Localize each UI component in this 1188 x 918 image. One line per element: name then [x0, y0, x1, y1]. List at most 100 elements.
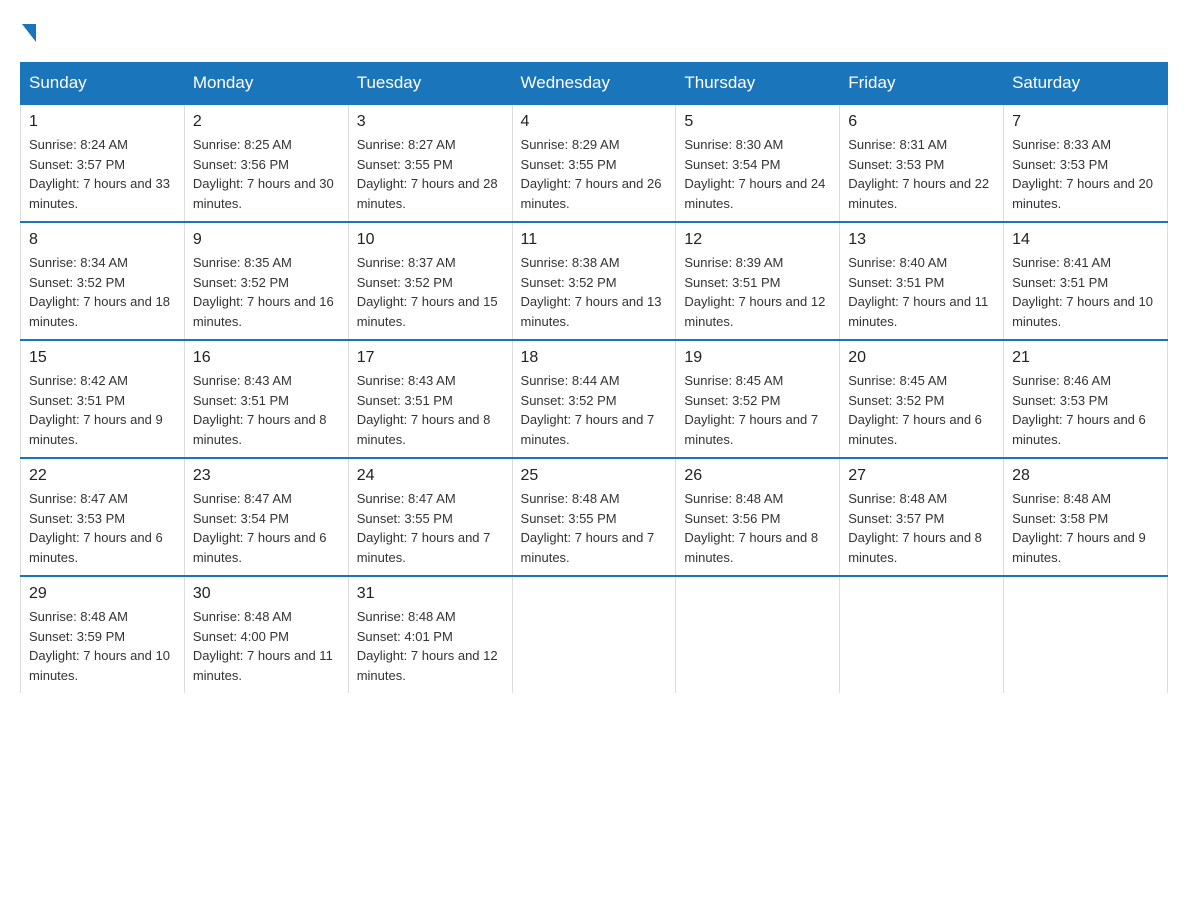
day-info: Sunrise: 8:47 AM Sunset: 3:53 PM Dayligh… [29, 489, 176, 567]
day-number: 12 [684, 231, 831, 249]
day-info: Sunrise: 8:47 AM Sunset: 3:55 PM Dayligh… [357, 489, 504, 567]
day-number: 24 [357, 467, 504, 485]
calendar-day-cell: 19 Sunrise: 8:45 AM Sunset: 3:52 PM Dayl… [676, 340, 840, 458]
calendar-day-cell: 22 Sunrise: 8:47 AM Sunset: 3:53 PM Dayl… [21, 458, 185, 576]
day-number: 26 [684, 467, 831, 485]
day-number: 9 [193, 231, 340, 249]
day-info: Sunrise: 8:37 AM Sunset: 3:52 PM Dayligh… [357, 253, 504, 331]
day-info: Sunrise: 8:24 AM Sunset: 3:57 PM Dayligh… [29, 135, 176, 213]
day-number: 7 [1012, 113, 1159, 131]
calendar-day-cell: 27 Sunrise: 8:48 AM Sunset: 3:57 PM Dayl… [840, 458, 1004, 576]
calendar-day-cell [1004, 576, 1168, 693]
day-number: 21 [1012, 349, 1159, 367]
calendar-day-cell: 3 Sunrise: 8:27 AM Sunset: 3:55 PM Dayli… [348, 104, 512, 222]
day-number: 2 [193, 113, 340, 131]
day-info: Sunrise: 8:33 AM Sunset: 3:53 PM Dayligh… [1012, 135, 1159, 213]
day-number: 15 [29, 349, 176, 367]
day-number: 3 [357, 113, 504, 131]
day-info: Sunrise: 8:39 AM Sunset: 3:51 PM Dayligh… [684, 253, 831, 331]
day-number: 23 [193, 467, 340, 485]
calendar-day-cell: 9 Sunrise: 8:35 AM Sunset: 3:52 PM Dayli… [184, 222, 348, 340]
calendar-table: SundayMondayTuesdayWednesdayThursdayFrid… [20, 62, 1168, 693]
day-number: 28 [1012, 467, 1159, 485]
day-info: Sunrise: 8:48 AM Sunset: 3:55 PM Dayligh… [521, 489, 668, 567]
day-number: 16 [193, 349, 340, 367]
day-number: 10 [357, 231, 504, 249]
day-info: Sunrise: 8:29 AM Sunset: 3:55 PM Dayligh… [521, 135, 668, 213]
day-info: Sunrise: 8:27 AM Sunset: 3:55 PM Dayligh… [357, 135, 504, 213]
day-number: 25 [521, 467, 668, 485]
day-number: 19 [684, 349, 831, 367]
calendar-day-cell [512, 576, 676, 693]
day-info: Sunrise: 8:41 AM Sunset: 3:51 PM Dayligh… [1012, 253, 1159, 331]
day-of-week-header-tuesday: Tuesday [348, 63, 512, 105]
calendar-week-row: 15 Sunrise: 8:42 AM Sunset: 3:51 PM Dayl… [21, 340, 1168, 458]
day-info: Sunrise: 8:48 AM Sunset: 3:58 PM Dayligh… [1012, 489, 1159, 567]
day-number: 27 [848, 467, 995, 485]
day-of-week-header-friday: Friday [840, 63, 1004, 105]
day-number: 29 [29, 585, 176, 603]
calendar-day-cell: 16 Sunrise: 8:43 AM Sunset: 3:51 PM Dayl… [184, 340, 348, 458]
calendar-day-cell: 23 Sunrise: 8:47 AM Sunset: 3:54 PM Dayl… [184, 458, 348, 576]
calendar-day-cell: 6 Sunrise: 8:31 AM Sunset: 3:53 PM Dayli… [840, 104, 1004, 222]
calendar-day-cell: 21 Sunrise: 8:46 AM Sunset: 3:53 PM Dayl… [1004, 340, 1168, 458]
calendar-day-cell: 10 Sunrise: 8:37 AM Sunset: 3:52 PM Dayl… [348, 222, 512, 340]
day-info: Sunrise: 8:25 AM Sunset: 3:56 PM Dayligh… [193, 135, 340, 213]
day-of-week-header-thursday: Thursday [676, 63, 840, 105]
calendar-day-cell: 26 Sunrise: 8:48 AM Sunset: 3:56 PM Dayl… [676, 458, 840, 576]
day-number: 5 [684, 113, 831, 131]
day-number: 4 [521, 113, 668, 131]
day-of-week-header-wednesday: Wednesday [512, 63, 676, 105]
calendar-week-row: 8 Sunrise: 8:34 AM Sunset: 3:52 PM Dayli… [21, 222, 1168, 340]
calendar-day-cell: 29 Sunrise: 8:48 AM Sunset: 3:59 PM Dayl… [21, 576, 185, 693]
day-info: Sunrise: 8:48 AM Sunset: 4:01 PM Dayligh… [357, 607, 504, 685]
page-header [20, 20, 1168, 42]
calendar-day-cell [840, 576, 1004, 693]
calendar-day-cell: 30 Sunrise: 8:48 AM Sunset: 4:00 PM Dayl… [184, 576, 348, 693]
calendar-day-cell: 14 Sunrise: 8:41 AM Sunset: 3:51 PM Dayl… [1004, 222, 1168, 340]
day-number: 6 [848, 113, 995, 131]
calendar-day-cell: 31 Sunrise: 8:48 AM Sunset: 4:01 PM Dayl… [348, 576, 512, 693]
calendar-day-cell: 13 Sunrise: 8:40 AM Sunset: 3:51 PM Dayl… [840, 222, 1004, 340]
calendar-day-cell [676, 576, 840, 693]
calendar-day-cell: 28 Sunrise: 8:48 AM Sunset: 3:58 PM Dayl… [1004, 458, 1168, 576]
calendar-day-cell: 24 Sunrise: 8:47 AM Sunset: 3:55 PM Dayl… [348, 458, 512, 576]
day-info: Sunrise: 8:46 AM Sunset: 3:53 PM Dayligh… [1012, 371, 1159, 449]
day-info: Sunrise: 8:45 AM Sunset: 3:52 PM Dayligh… [848, 371, 995, 449]
day-number: 17 [357, 349, 504, 367]
day-info: Sunrise: 8:44 AM Sunset: 3:52 PM Dayligh… [521, 371, 668, 449]
calendar-day-cell: 25 Sunrise: 8:48 AM Sunset: 3:55 PM Dayl… [512, 458, 676, 576]
day-info: Sunrise: 8:48 AM Sunset: 4:00 PM Dayligh… [193, 607, 340, 685]
day-of-week-header-saturday: Saturday [1004, 63, 1168, 105]
calendar-day-cell: 4 Sunrise: 8:29 AM Sunset: 3:55 PM Dayli… [512, 104, 676, 222]
calendar-day-cell: 20 Sunrise: 8:45 AM Sunset: 3:52 PM Dayl… [840, 340, 1004, 458]
day-number: 22 [29, 467, 176, 485]
day-info: Sunrise: 8:38 AM Sunset: 3:52 PM Dayligh… [521, 253, 668, 331]
day-number: 1 [29, 113, 176, 131]
day-of-week-header-monday: Monday [184, 63, 348, 105]
day-info: Sunrise: 8:45 AM Sunset: 3:52 PM Dayligh… [684, 371, 831, 449]
day-number: 11 [521, 231, 668, 249]
day-info: Sunrise: 8:43 AM Sunset: 3:51 PM Dayligh… [357, 371, 504, 449]
calendar-day-cell: 1 Sunrise: 8:24 AM Sunset: 3:57 PM Dayli… [21, 104, 185, 222]
calendar-week-row: 1 Sunrise: 8:24 AM Sunset: 3:57 PM Dayli… [21, 104, 1168, 222]
day-info: Sunrise: 8:30 AM Sunset: 3:54 PM Dayligh… [684, 135, 831, 213]
day-number: 14 [1012, 231, 1159, 249]
day-number: 18 [521, 349, 668, 367]
day-info: Sunrise: 8:48 AM Sunset: 3:56 PM Dayligh… [684, 489, 831, 567]
day-number: 8 [29, 231, 176, 249]
calendar-day-cell: 7 Sunrise: 8:33 AM Sunset: 3:53 PM Dayli… [1004, 104, 1168, 222]
day-info: Sunrise: 8:42 AM Sunset: 3:51 PM Dayligh… [29, 371, 176, 449]
calendar-day-cell: 15 Sunrise: 8:42 AM Sunset: 3:51 PM Dayl… [21, 340, 185, 458]
calendar-day-cell: 12 Sunrise: 8:39 AM Sunset: 3:51 PM Dayl… [676, 222, 840, 340]
calendar-header-row: SundayMondayTuesdayWednesdayThursdayFrid… [21, 63, 1168, 105]
day-number: 31 [357, 585, 504, 603]
day-number: 30 [193, 585, 340, 603]
day-info: Sunrise: 8:34 AM Sunset: 3:52 PM Dayligh… [29, 253, 176, 331]
logo [20, 20, 36, 42]
day-of-week-header-sunday: Sunday [21, 63, 185, 105]
calendar-week-row: 29 Sunrise: 8:48 AM Sunset: 3:59 PM Dayl… [21, 576, 1168, 693]
calendar-day-cell: 8 Sunrise: 8:34 AM Sunset: 3:52 PM Dayli… [21, 222, 185, 340]
day-number: 13 [848, 231, 995, 249]
calendar-day-cell: 18 Sunrise: 8:44 AM Sunset: 3:52 PM Dayl… [512, 340, 676, 458]
